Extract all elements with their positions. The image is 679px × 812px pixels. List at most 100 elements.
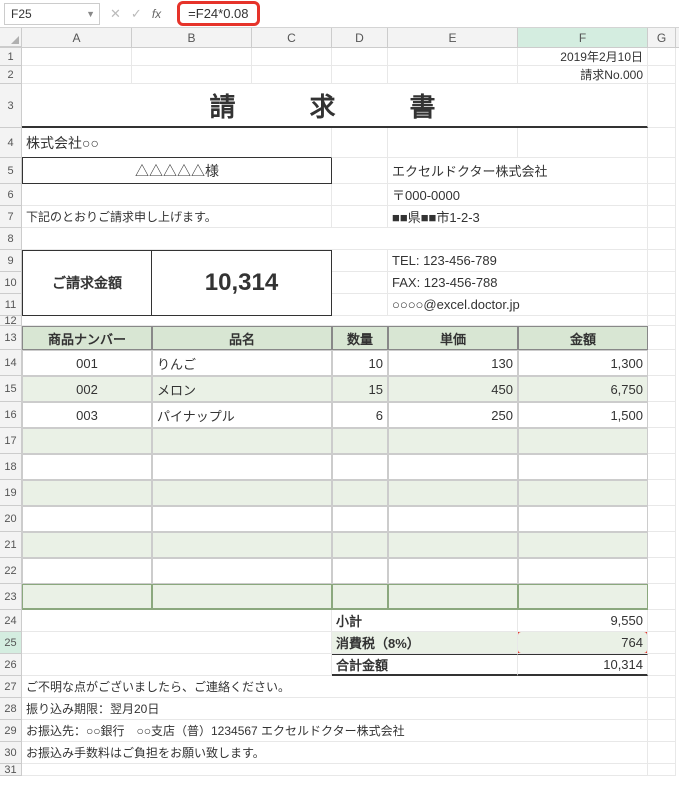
sender-tel[interactable]: TEL: 123-456-789 (388, 250, 648, 272)
total-label[interactable] (22, 250, 152, 272)
row-header[interactable]: 11 (0, 294, 22, 316)
cell[interactable] (648, 206, 676, 228)
cell[interactable] (332, 66, 388, 84)
row-header[interactable]: 28 (0, 698, 22, 720)
row-header[interactable]: 5 (0, 158, 22, 184)
row-header[interactable]: 31 (0, 764, 22, 776)
formula-input[interactable]: =F24*0.08 (171, 1, 675, 26)
cell[interactable] (22, 66, 132, 84)
cell[interactable] (648, 584, 676, 610)
td-empty[interactable] (388, 454, 518, 480)
row-header[interactable]: 26 (0, 654, 22, 676)
col-header-C[interactable]: C (252, 28, 332, 47)
td-empty[interactable] (388, 480, 518, 506)
row-header[interactable]: 7 (0, 206, 22, 228)
cell[interactable] (252, 48, 332, 66)
td-empty[interactable] (152, 506, 332, 532)
row-header[interactable]: 17 (0, 428, 22, 454)
total-amount-bot[interactable] (152, 294, 332, 316)
cell[interactable] (648, 764, 676, 776)
col-header-E[interactable]: E (388, 28, 518, 47)
cell[interactable] (332, 294, 388, 316)
td-empty[interactable] (22, 454, 152, 480)
cell[interactable] (332, 250, 388, 272)
cell[interactable] (332, 184, 388, 206)
cell[interactable] (332, 128, 388, 158)
row-header[interactable]: 19 (0, 480, 22, 506)
td-empty[interactable] (152, 480, 332, 506)
td-empty[interactable] (518, 584, 648, 610)
select-all-corner[interactable] (0, 28, 22, 47)
td-amount[interactable]: 6,750 (518, 376, 648, 402)
col-header-G[interactable]: G (648, 28, 676, 47)
cell[interactable] (648, 480, 676, 506)
cell[interactable] (648, 316, 676, 326)
td-price[interactable]: 450 (388, 376, 518, 402)
td-no[interactable]: 002 (22, 376, 152, 402)
fx-icon[interactable]: fx (152, 7, 161, 21)
row-header[interactable]: 13 (0, 326, 22, 350)
th-no[interactable]: 商品ナンバー (22, 326, 152, 350)
cell[interactable] (648, 128, 676, 158)
tax-label[interactable]: 消費税（8%） (332, 632, 518, 654)
td-empty[interactable] (388, 532, 518, 558)
cell[interactable] (388, 48, 518, 66)
enter-icon[interactable]: ✓ (131, 6, 142, 22)
row-header[interactable]: 15 (0, 376, 22, 402)
td-empty[interactable] (152, 454, 332, 480)
message-cell[interactable]: 下記のとおりご請求申し上げます。 (22, 206, 332, 228)
cell[interactable] (518, 128, 648, 158)
cancel-icon[interactable]: ✕ (110, 6, 121, 22)
date-cell[interactable]: 2019年2月10日 (518, 48, 648, 66)
row-header[interactable]: 24 (0, 610, 22, 632)
cell[interactable] (22, 184, 332, 206)
row-header[interactable]: 14 (0, 350, 22, 376)
row-header[interactable]: 10 (0, 272, 22, 294)
row-header[interactable]: 3 (0, 84, 22, 128)
cell[interactable] (22, 610, 332, 632)
col-header-A[interactable]: A (22, 28, 132, 47)
note-3[interactable]: お振込先：○○銀行 ○○支店（普）1234567 エクセルドクター株式会社 (22, 720, 648, 742)
cell[interactable] (332, 272, 388, 294)
grand-label[interactable]: 合計金額 (332, 654, 518, 676)
th-price[interactable]: 単価 (388, 326, 518, 350)
col-header-F[interactable]: F (518, 28, 648, 47)
td-empty[interactable] (332, 428, 388, 454)
row-header[interactable]: 29 (0, 720, 22, 742)
td-empty[interactable] (518, 506, 648, 532)
td-empty[interactable] (152, 584, 332, 610)
td-amount[interactable]: 1,500 (518, 402, 648, 428)
row-header[interactable]: 27 (0, 676, 22, 698)
td-empty[interactable] (22, 532, 152, 558)
row-header[interactable]: 25 (0, 632, 22, 654)
cell[interactable] (22, 48, 132, 66)
td-amount[interactable]: 1,300 (518, 350, 648, 376)
td-qty[interactable]: 15 (332, 376, 388, 402)
td-empty[interactable] (22, 506, 152, 532)
cell[interactable] (648, 676, 676, 698)
row-header[interactable]: 8 (0, 228, 22, 250)
sender-name[interactable]: エクセルドクター株式会社 (388, 158, 648, 184)
td-no[interactable]: 003 (22, 402, 152, 428)
cell[interactable] (332, 206, 388, 228)
cell[interactable] (648, 350, 676, 376)
td-empty[interactable] (332, 480, 388, 506)
td-empty[interactable] (518, 428, 648, 454)
td-empty[interactable] (388, 428, 518, 454)
grand-value[interactable]: 10,314 (518, 654, 648, 676)
total-amount[interactable]: 10,314 (152, 272, 332, 294)
tax-value[interactable]: 764 (518, 632, 648, 654)
spreadsheet-grid[interactable]: A B C D E F G 1 2019年2月10日 2 請求No.000 3 … (0, 28, 679, 776)
note-2[interactable]: 振り込み期限：翌月20日 (22, 698, 648, 720)
invoice-title[interactable]: 請 求 書 (22, 84, 648, 128)
cell[interactable] (648, 428, 676, 454)
cell[interactable] (648, 326, 676, 350)
row-header[interactable]: 1 (0, 48, 22, 66)
sender-fax[interactable]: FAX: 123-456-788 (388, 272, 648, 294)
cell[interactable] (132, 48, 252, 66)
total-label-bot[interactable] (22, 294, 152, 316)
cell[interactable] (648, 632, 676, 654)
cell[interactable] (332, 158, 388, 184)
td-empty[interactable] (152, 558, 332, 584)
cell[interactable] (648, 506, 676, 532)
